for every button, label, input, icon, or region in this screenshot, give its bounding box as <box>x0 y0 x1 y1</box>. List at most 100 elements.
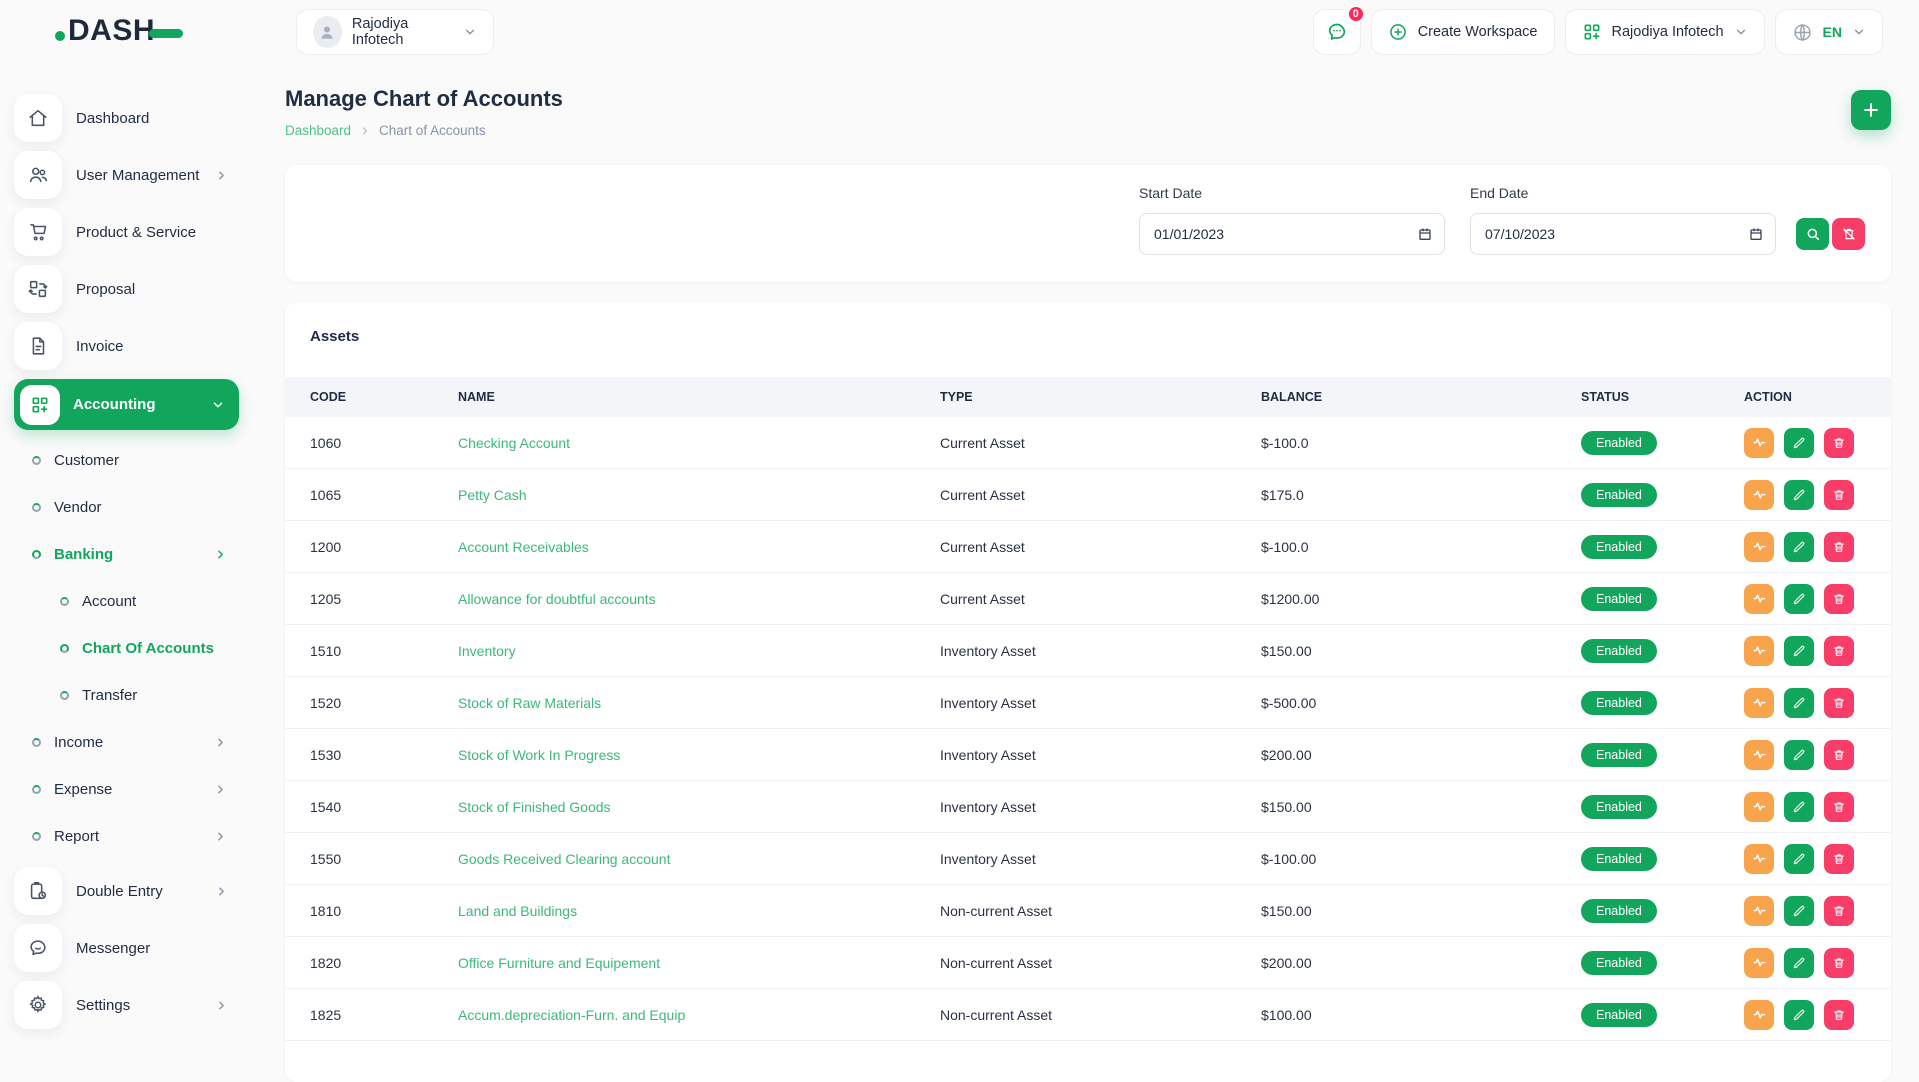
sidebar-item-dashboard[interactable]: Dashboard <box>14 94 234 142</box>
status-badge[interactable]: Enabled <box>1581 795 1657 819</box>
create-workspace-button[interactable]: Create Workspace <box>1371 9 1555 55</box>
transactions-button[interactable] <box>1744 480 1774 510</box>
edit-button[interactable] <box>1784 584 1814 614</box>
sidebar-item-double-entry[interactable]: Double Entry <box>14 867 234 915</box>
delete-button[interactable] <box>1824 636 1854 666</box>
edit-button[interactable] <box>1784 740 1814 770</box>
sidebar-item-proposal[interactable]: Proposal <box>14 265 234 313</box>
account-name-link[interactable]: Account Receivables <box>458 539 940 555</box>
sidebar-item-settings[interactable]: Settings <box>14 981 234 1029</box>
sidebar-item-income[interactable]: Income <box>32 726 233 759</box>
delete-button[interactable] <box>1824 1000 1854 1030</box>
delete-button[interactable] <box>1824 844 1854 874</box>
row-actions <box>1744 844 1891 874</box>
column-header-status: STATUS <box>1581 390 1744 404</box>
account-name-link[interactable]: Petty Cash <box>458 487 940 503</box>
delete-button[interactable] <box>1824 948 1854 978</box>
delete-button[interactable] <box>1824 532 1854 562</box>
filter-search-button[interactable] <box>1796 218 1829 250</box>
sidebar-item-product-service[interactable]: Product & Service <box>14 208 234 256</box>
sidebar-item-report[interactable]: Report <box>32 820 233 853</box>
status-badge[interactable]: Enabled <box>1581 587 1657 611</box>
filter-reset-button[interactable] <box>1832 218 1865 250</box>
account-name-link[interactable]: Stock of Work In Progress <box>458 747 940 763</box>
chevron-right-icon <box>359 125 371 137</box>
sidebar-item-accounting[interactable]: Accounting <box>14 379 239 430</box>
status-badge[interactable]: Enabled <box>1581 899 1657 923</box>
sidebar-item-invoice[interactable]: Invoice <box>14 322 234 370</box>
delete-button[interactable] <box>1824 584 1854 614</box>
transactions-button[interactable] <box>1744 584 1774 614</box>
breadcrumb-dashboard-link[interactable]: Dashboard <box>285 123 351 138</box>
workspace-selector[interactable]: Rajodiya Infotech <box>296 9 494 55</box>
sidebar-item-banking[interactable]: Banking <box>32 538 233 571</box>
account-name-link[interactable]: Accum.depreciation-Furn. and Equip <box>458 1007 940 1023</box>
sidebar-item-label: Account <box>82 593 136 610</box>
transactions-button[interactable] <box>1744 844 1774 874</box>
edit-button[interactable] <box>1784 688 1814 718</box>
status-badge[interactable]: Enabled <box>1581 639 1657 663</box>
edit-button[interactable] <box>1784 896 1814 926</box>
transactions-button[interactable] <box>1744 792 1774 822</box>
add-account-button[interactable] <box>1851 90 1891 130</box>
table-row: 1540 Stock of Finished Goods Inventory A… <box>285 781 1891 833</box>
status-badge[interactable]: Enabled <box>1581 847 1657 871</box>
transactions-button[interactable] <box>1744 740 1774 770</box>
account-name-link[interactable]: Office Furniture and Equipement <box>458 955 940 971</box>
sidebar-item-transfer[interactable]: Transfer <box>60 679 233 712</box>
account-name-link[interactable]: Allowance for doubtful accounts <box>458 591 940 607</box>
company-menu[interactable]: Rajodiya Infotech <box>1565 9 1765 55</box>
sidebar-item-expense[interactable]: Expense <box>32 773 233 806</box>
edit-button[interactable] <box>1784 428 1814 458</box>
transactions-button[interactable] <box>1744 896 1774 926</box>
edit-button[interactable] <box>1784 792 1814 822</box>
sidebar-item-chart-of-accounts[interactable]: Chart Of Accounts <box>60 632 233 665</box>
status-badge[interactable]: Enabled <box>1581 951 1657 975</box>
status-badge[interactable]: Enabled <box>1581 431 1657 455</box>
cell-balance: $100.00 <box>1261 1007 1581 1023</box>
start-date-input[interactable] <box>1139 213 1445 255</box>
delete-button[interactable] <box>1824 896 1854 926</box>
status-badge[interactable]: Enabled <box>1581 1003 1657 1027</box>
account-name-link[interactable]: Goods Received Clearing account <box>458 851 940 867</box>
transactions-button[interactable] <box>1744 636 1774 666</box>
edit-button[interactable] <box>1784 1000 1814 1030</box>
delete-button[interactable] <box>1824 792 1854 822</box>
edit-button[interactable] <box>1784 532 1814 562</box>
edit-button[interactable] <box>1784 480 1814 510</box>
delete-button[interactable] <box>1824 480 1854 510</box>
sidebar-item-customer[interactable]: Customer <box>32 444 233 477</box>
transactions-button[interactable] <box>1744 948 1774 978</box>
delete-button[interactable] <box>1824 740 1854 770</box>
end-date-input[interactable] <box>1470 213 1776 255</box>
cell-code: 1205 <box>310 591 458 607</box>
sidebar-item-account[interactable]: Account <box>60 585 233 618</box>
transactions-button[interactable] <box>1744 428 1774 458</box>
status-badge[interactable]: Enabled <box>1581 743 1657 767</box>
status-badge[interactable]: Enabled <box>1581 483 1657 507</box>
account-name-link[interactable]: Inventory <box>458 643 940 659</box>
delete-button[interactable] <box>1824 688 1854 718</box>
edit-button[interactable] <box>1784 844 1814 874</box>
pencil-icon <box>1792 956 1806 970</box>
transactions-button[interactable] <box>1744 532 1774 562</box>
status-badge[interactable]: Enabled <box>1581 691 1657 715</box>
sidebar-item-vendor[interactable]: Vendor <box>32 491 233 524</box>
language-menu[interactable]: EN <box>1775 9 1883 55</box>
account-name-link[interactable]: Land and Buildings <box>458 903 940 919</box>
transactions-button[interactable] <box>1744 688 1774 718</box>
cell-code: 1810 <box>310 903 458 919</box>
messages-button[interactable]: 0 <box>1313 9 1361 55</box>
account-name-link[interactable]: Stock of Finished Goods <box>458 799 940 815</box>
sidebar-item-user-management[interactable]: User Management <box>14 151 234 199</box>
sidebar-item-messenger[interactable]: Messenger <box>14 924 234 972</box>
delete-button[interactable] <box>1824 428 1854 458</box>
edit-button[interactable] <box>1784 636 1814 666</box>
start-date-field-wrap <box>1139 213 1445 255</box>
edit-button[interactable] <box>1784 948 1814 978</box>
status-badge[interactable]: Enabled <box>1581 535 1657 559</box>
sidebar-item-label: Double Entry <box>76 883 163 900</box>
account-name-link[interactable]: Checking Account <box>458 435 940 451</box>
account-name-link[interactable]: Stock of Raw Materials <box>458 695 940 711</box>
transactions-button[interactable] <box>1744 1000 1774 1030</box>
